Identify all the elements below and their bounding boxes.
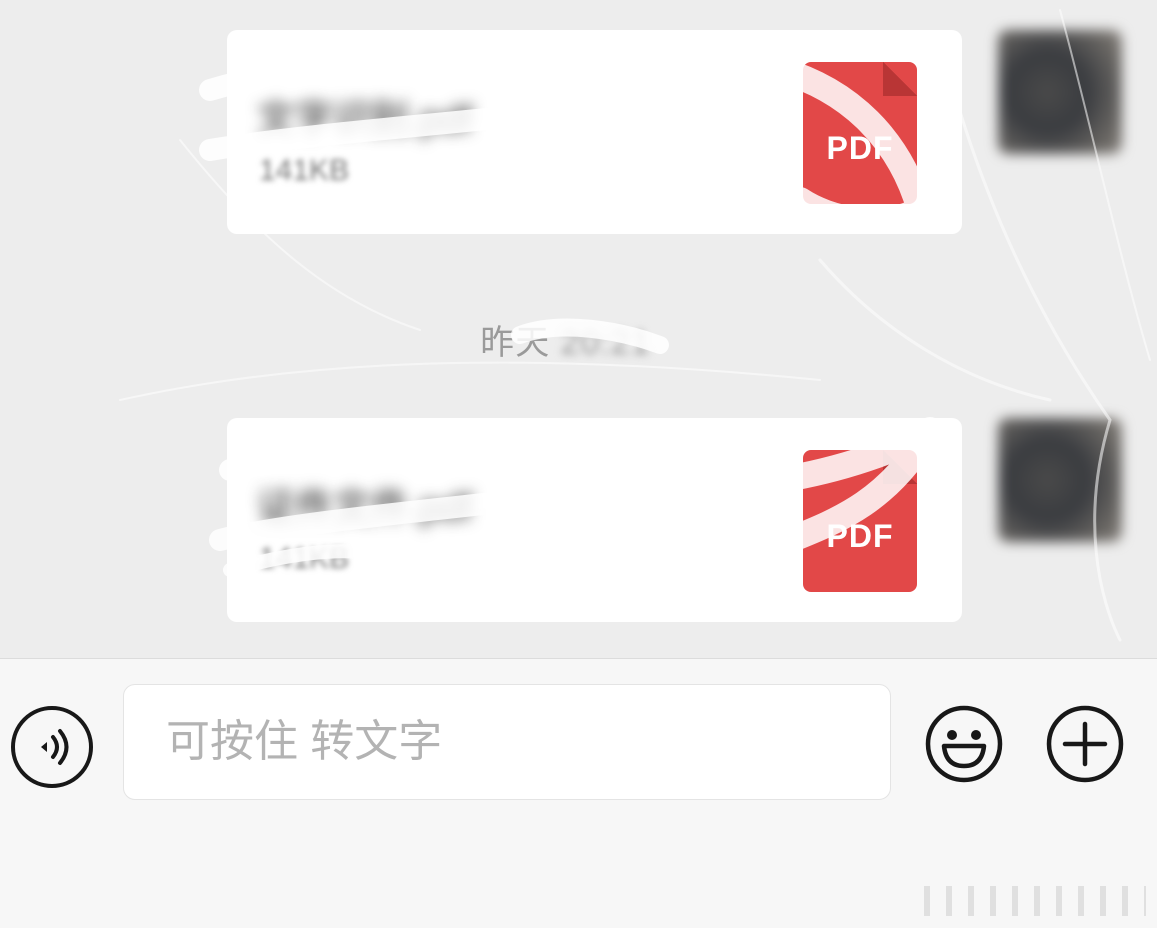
- pdf-icon-fold: [883, 62, 917, 96]
- gesture-indicator: [924, 886, 1146, 916]
- pdf-file-icon: PDF: [803, 450, 917, 592]
- smiley-icon: [925, 705, 1003, 783]
- file-size: 141KB: [259, 154, 350, 187]
- pdf-icon-fold: [883, 450, 917, 484]
- file-size: 141KB: [259, 542, 350, 575]
- file-name: 证件文件.pdf: [257, 487, 473, 529]
- chat-input-bar: [0, 658, 1157, 928]
- plus-icon: [1046, 705, 1124, 783]
- voice-icon: [41, 729, 69, 765]
- pdf-icon-label: PDF: [826, 130, 894, 166]
- emoji-button[interactable]: [924, 704, 1004, 784]
- timestamp-day: 昨天: [480, 324, 551, 362]
- avatar[interactable]: [998, 418, 1122, 542]
- pdf-icon-label: PDF: [826, 518, 894, 554]
- voice-input-button[interactable]: [11, 706, 93, 788]
- file-message-card[interactable]: 文字识别.pdf 141KB PDF: [227, 30, 962, 234]
- avatar[interactable]: [998, 30, 1122, 154]
- file-name: 文字识别.pdf: [257, 99, 473, 141]
- message-timestamp: 昨天 20:21: [0, 315, 1131, 364]
- timestamp-time: 20:21: [560, 324, 651, 362]
- file-message-card[interactable]: 证件文件.pdf 141KB PDF: [227, 418, 962, 622]
- chat-message-area[interactable]: 文字识别.pdf 141KB PDF 昨天 20:21 证件文件.pdf 141…: [0, 0, 1157, 658]
- message-input[interactable]: [123, 684, 891, 800]
- more-actions-button[interactable]: [1045, 704, 1125, 784]
- pdf-file-icon: PDF: [803, 62, 917, 204]
